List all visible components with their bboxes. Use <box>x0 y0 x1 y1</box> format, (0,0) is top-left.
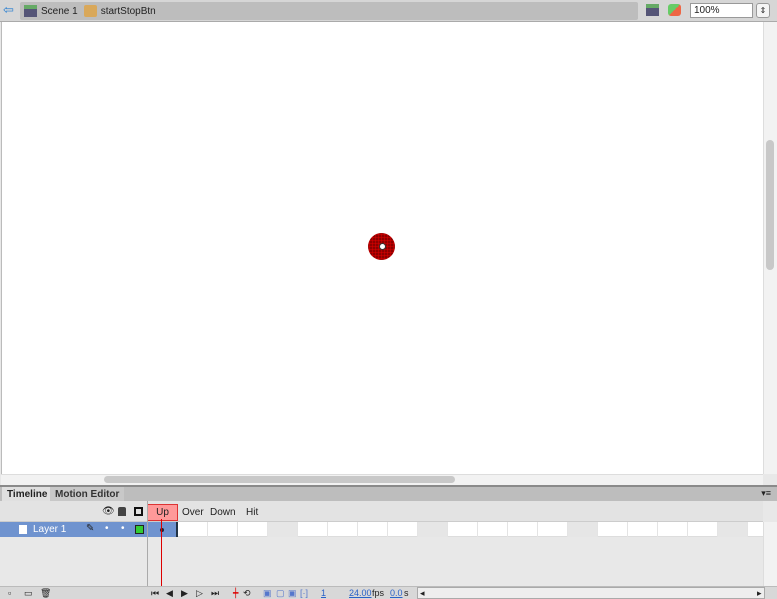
keyframe[interactable] <box>148 522 178 537</box>
current-frame[interactable]: 1 <box>321 587 326 599</box>
breadcrumb-scene[interactable]: Scene 1 <box>24 5 78 17</box>
frame-cell[interactable] <box>478 522 508 537</box>
layer-row[interactable]: Layer 1 ✎ • • <box>0 522 147 537</box>
frame-cell[interactable] <box>658 522 688 537</box>
frame-cell[interactable] <box>388 522 418 537</box>
tab-motion-editor[interactable]: Motion Editor <box>50 487 125 501</box>
playhead[interactable] <box>161 519 162 587</box>
frame-cell[interactable] <box>598 522 628 537</box>
frame-cell[interactable] <box>718 522 748 537</box>
layer-icon <box>19 525 27 534</box>
center-frame-icon[interactable]: ┿ <box>233 587 238 599</box>
layer-color-swatch[interactable] <box>135 525 144 534</box>
eye-icon[interactable]: 👁 <box>102 506 115 517</box>
frame-cell[interactable] <box>238 522 268 537</box>
vertical-scroll-thumb[interactable] <box>766 140 774 270</box>
go-to-first-frame-icon[interactable]: ⏮ <box>151 587 159 599</box>
frame-header: 👁 Over Down Hit <box>0 501 763 522</box>
panel-tabs: Timeline Motion Editor ▾≡ <box>0 485 777 501</box>
scroll-right-icon[interactable]: ▸ <box>757 587 762 599</box>
elapsed-time[interactable]: 0.0 <box>390 587 403 599</box>
button-symbol-icon <box>83 5 97 17</box>
step-back-icon[interactable]: ◀︎ <box>166 587 173 599</box>
new-folder-icon[interactable]: ▭ <box>24 587 33 599</box>
frame-cell[interactable] <box>568 522 598 537</box>
frame-cell[interactable] <box>178 522 208 537</box>
edit-multiple-frames-icon[interactable]: ▣ <box>288 587 297 599</box>
modify-markers-icon[interactable]: [·] <box>300 587 308 599</box>
layer-name[interactable]: Layer 1 <box>33 524 66 535</box>
frame-cell[interactable] <box>418 522 448 537</box>
back-arrow-icon[interactable]: ⇦ <box>3 3 14 16</box>
frame-cell[interactable] <box>448 522 478 537</box>
frame-cell[interactable] <box>688 522 718 537</box>
breadcrumb-symbol[interactable]: startStopBtn <box>83 5 156 17</box>
clapper-icon <box>24 5 37 17</box>
edit-scene-clapper-icon[interactable] <box>646 4 659 16</box>
fps-unit: fps <box>372 588 385 598</box>
scroll-left-icon[interactable]: ◂ <box>420 587 425 599</box>
zoom-stepper[interactable]: ⇕ <box>756 3 770 18</box>
frame-cell[interactable] <box>268 522 298 537</box>
pencil-icon: ✎ <box>86 523 95 534</box>
timeline-vertical-scrollbar[interactable] <box>763 522 777 586</box>
frame-cell[interactable] <box>208 522 238 537</box>
frame-cell[interactable] <box>538 522 568 537</box>
lock-icon[interactable] <box>118 507 126 516</box>
lock-dot[interactable]: • <box>121 523 125 534</box>
horizontal-scroll-thumb[interactable] <box>104 476 455 483</box>
registration-point-icon <box>379 243 386 250</box>
frame-cell[interactable] <box>358 522 388 537</box>
frame-cell[interactable] <box>328 522 358 537</box>
tab-timeline[interactable]: Timeline <box>2 487 53 501</box>
new-layer-icon[interactable]: ▫ <box>8 587 11 599</box>
delete-layer-icon[interactable]: 🗑 <box>40 587 51 599</box>
timeline-controls: ▫ ▭ 🗑 ⏮ ◀︎ ▶ ▷ ⏭ ┿ ⟲ ▣ ▢ ▣ [·] 1 24.00 f… <box>0 586 777 599</box>
outline-icon[interactable] <box>134 507 143 516</box>
step-forward-icon[interactable]: ▷ <box>196 587 203 599</box>
frame-grid[interactable] <box>148 522 763 537</box>
frame-cell[interactable] <box>508 522 538 537</box>
visibility-dot[interactable]: • <box>105 523 109 534</box>
panel-menu-icon[interactable]: ▾≡ <box>761 488 771 499</box>
frame-label-down: Down <box>210 507 236 518</box>
zoom-input[interactable]: 100% <box>690 3 753 18</box>
onion-skin-icon[interactable]: ▣ <box>263 587 272 599</box>
frame-label-up[interactable]: Up <box>147 504 178 521</box>
edit-symbols-shapes-icon[interactable] <box>668 4 681 16</box>
time-unit: s <box>404 588 409 598</box>
play-icon[interactable]: ▶ <box>181 587 188 599</box>
layer-divider <box>147 501 148 587</box>
frame-rate[interactable]: 24.00 <box>349 587 372 599</box>
loop-icon[interactable]: ⟲ <box>243 587 251 599</box>
frames-horizontal-scrollbar[interactable] <box>417 587 765 599</box>
symbol-label: startStopBtn <box>100 5 156 17</box>
frame-label-over: Over <box>182 507 204 518</box>
go-to-last-frame-icon[interactable]: ⏭ <box>211 587 219 599</box>
frame-label-hit: Hit <box>246 507 259 518</box>
frame-cell[interactable] <box>298 522 328 537</box>
frame-cell[interactable] <box>628 522 658 537</box>
scene-label: Scene 1 <box>41 5 78 17</box>
breadcrumb: Scene 1 startStopBtn <box>20 2 638 20</box>
onion-outlines-icon[interactable]: ▢ <box>276 587 285 599</box>
